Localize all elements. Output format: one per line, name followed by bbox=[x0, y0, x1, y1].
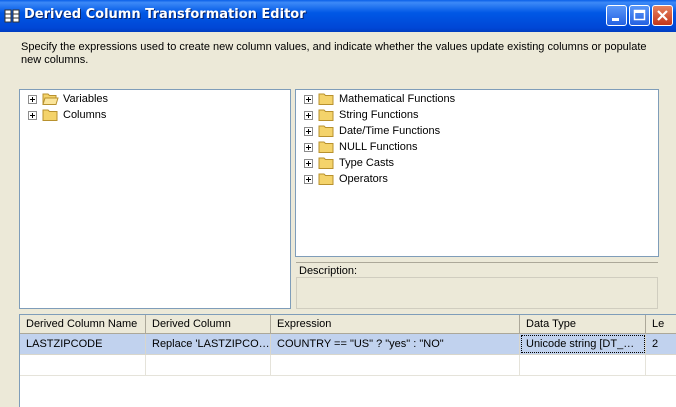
grid-header: Derived Column Name Derived Column Expre… bbox=[20, 315, 676, 334]
empty-cell[interactable] bbox=[146, 355, 271, 375]
expand-icon[interactable] bbox=[304, 95, 313, 104]
close-icon bbox=[657, 10, 668, 21]
cell-data-type[interactable]: Unicode string [DT_… bbox=[520, 334, 646, 354]
folder-icon bbox=[318, 157, 334, 169]
expand-icon[interactable] bbox=[304, 159, 313, 168]
tree-label: Columns bbox=[63, 109, 107, 121]
functions-tree[interactable]: Mathematical Functions String Functions … bbox=[295, 89, 659, 257]
column-header-length[interactable]: Le bbox=[646, 315, 676, 333]
minimize-button[interactable] bbox=[606, 5, 627, 26]
tree-label: Variables bbox=[63, 93, 109, 105]
cell-length[interactable]: 2 bbox=[646, 334, 676, 354]
tree-label: Operators bbox=[339, 173, 388, 185]
empty-cell[interactable] bbox=[20, 355, 146, 375]
new-row[interactable] bbox=[20, 355, 676, 376]
folder-open-icon bbox=[42, 93, 59, 105]
expand-icon[interactable] bbox=[304, 175, 313, 184]
tree-label: Date/Time Functions bbox=[339, 125, 441, 137]
column-header-derived-column-name[interactable]: Derived Column Name bbox=[20, 315, 146, 333]
variables-columns-tree[interactable]: Variables Columns bbox=[19, 89, 291, 309]
window-title: Derived Column Transformation Editor bbox=[24, 7, 306, 22]
expand-icon[interactable] bbox=[28, 111, 37, 120]
empty-cell[interactable] bbox=[271, 355, 520, 375]
instructions-text: Specify the expressions used to create n… bbox=[21, 41, 647, 66]
title-bar[interactable]: Derived Column Transformation Editor bbox=[0, 0, 676, 32]
cell-derived-column[interactable]: Replace 'LASTZIPCO… bbox=[146, 334, 271, 354]
tree-label: Type Casts bbox=[339, 157, 395, 169]
expand-icon[interactable] bbox=[28, 95, 37, 104]
table-icon bbox=[4, 9, 20, 23]
column-header-data-type[interactable]: Data Type bbox=[520, 315, 646, 333]
editor-window: Derived Column Transformation Editor Spe… bbox=[0, 0, 676, 407]
expand-icon[interactable] bbox=[304, 127, 313, 136]
cell-expression[interactable]: COUNTRY == "US" ? "yes" : "NO" bbox=[271, 334, 520, 354]
tree-label: Mathematical Functions bbox=[339, 93, 456, 105]
maximize-icon bbox=[633, 9, 646, 21]
minimize-icon bbox=[612, 18, 619, 21]
folder-icon bbox=[42, 109, 58, 121]
cell-derived-column-name[interactable]: LASTZIPCODE bbox=[20, 334, 146, 354]
description-label: Description: bbox=[296, 262, 658, 277]
description-text bbox=[296, 277, 658, 309]
expand-icon[interactable] bbox=[304, 111, 313, 120]
folder-icon bbox=[318, 173, 334, 185]
column-header-expression[interactable]: Expression bbox=[271, 315, 520, 333]
tree-label: NULL Functions bbox=[339, 141, 418, 153]
maximize-button[interactable] bbox=[629, 5, 650, 26]
expand-icon[interactable] bbox=[304, 143, 313, 152]
folder-icon bbox=[318, 125, 334, 137]
folder-icon bbox=[318, 93, 334, 105]
empty-cell[interactable] bbox=[520, 355, 646, 375]
derived-columns-grid[interactable]: Derived Column Name Derived Column Expre… bbox=[19, 314, 676, 407]
tree-label: String Functions bbox=[339, 109, 419, 121]
close-button[interactable] bbox=[652, 5, 673, 26]
column-header-derived-column[interactable]: Derived Column bbox=[146, 315, 271, 333]
folder-icon bbox=[318, 109, 334, 121]
folder-icon bbox=[318, 141, 334, 153]
table-row[interactable]: LASTZIPCODE Replace 'LASTZIPCO… COUNTRY … bbox=[20, 334, 676, 355]
